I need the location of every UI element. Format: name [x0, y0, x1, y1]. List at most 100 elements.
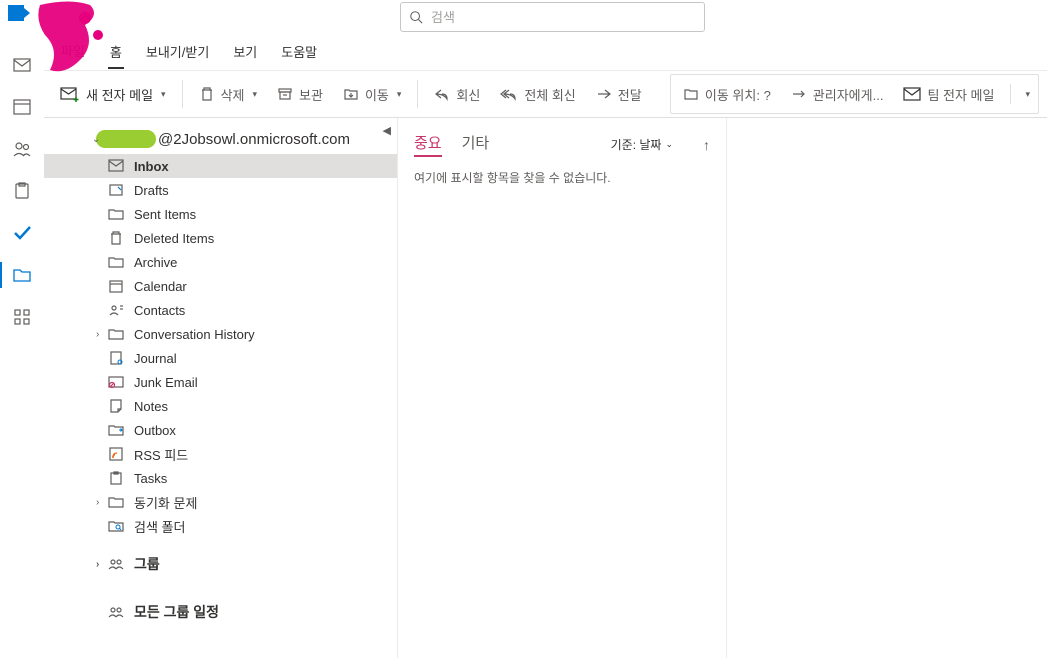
folder-contacts[interactable]: Contacts [44, 298, 397, 322]
folder-label: RSS 피드 [134, 445, 188, 464]
folder-sync-issues[interactable]: › 동기화 문제 [44, 490, 397, 514]
folder-notes[interactable]: Notes [44, 394, 397, 418]
chevron-down-icon: ⌄ [665, 139, 673, 150]
folder-calendar[interactable]: Calendar [44, 274, 397, 298]
rail-tasks[interactable] [0, 170, 44, 212]
tab-file[interactable]: 파일 [48, 32, 98, 69]
mail-icon [108, 159, 124, 173]
trash-icon [199, 86, 215, 102]
tab-home[interactable]: 홈 [98, 34, 134, 69]
delete-label: 삭제 [221, 85, 245, 104]
reply-all-button[interactable]: 전체 회신 [492, 81, 583, 108]
tab-help[interactable]: 도움말 [269, 34, 329, 69]
search-folder-icon [108, 519, 124, 533]
rail-more[interactable] [0, 296, 44, 338]
groups-label: 그룹 [134, 554, 160, 574]
tab-view[interactable]: 보기 [221, 34, 269, 69]
expand-icon: › [96, 497, 99, 508]
folder-label: 검색 폴더 [134, 517, 185, 536]
rail-calendar[interactable] [0, 86, 44, 128]
expand-icon: › [96, 559, 99, 570]
folder-label: Archive [134, 255, 177, 270]
folder-icon [108, 495, 124, 509]
junk-icon [108, 375, 124, 389]
all-group-calendar[interactable]: 모든 그룹 일정 [44, 598, 397, 626]
reply-icon [434, 86, 450, 102]
folder-tree: ◀ ⌄ @2Jobsowl.onmicrosoft.com Inbox Draf… [44, 118, 398, 658]
folder-drafts[interactable]: Drafts [44, 178, 397, 202]
account-domain: @2Jobsowl.onmicrosoft.com [158, 131, 350, 148]
mail-plus-icon [60, 86, 80, 102]
sort-direction-toggle[interactable]: ↑ [703, 137, 710, 153]
rail-people[interactable] [0, 128, 44, 170]
rss-icon [108, 447, 124, 461]
pivot-other[interactable]: 기타 [462, 132, 490, 157]
reply-all-icon [500, 86, 518, 102]
sort-button[interactable]: 기준: 날짜 ⌄ [611, 136, 673, 153]
archive-button[interactable]: 보관 [269, 81, 331, 108]
new-mail-label: 새 전자 메일 [86, 85, 153, 104]
folder-search-folders[interactable]: 검색 폴더 [44, 514, 397, 538]
to-manager-button[interactable]: 관리자에게... [783, 81, 892, 108]
forward-label: 전달 [618, 85, 642, 104]
delete-button[interactable]: 삭제 ▾ [191, 81, 265, 108]
notes-icon [108, 399, 124, 413]
folder-rss[interactable]: RSS 피드 [44, 442, 397, 466]
pivot-focused[interactable]: 중요 [414, 132, 442, 157]
move-button[interactable]: 이동 ▾ [335, 81, 409, 108]
search-input[interactable] [431, 10, 696, 25]
folder-icon [108, 207, 124, 221]
account-header[interactable]: ⌄ @2Jobsowl.onmicrosoft.com [44, 118, 397, 154]
expand-icon: ⌄ [92, 134, 100, 145]
folder-label: Outbox [134, 423, 176, 438]
reply-button[interactable]: 회신 [426, 81, 488, 108]
folder-icon [108, 327, 124, 341]
folder-label: Deleted Items [134, 231, 214, 246]
folder-label: Calendar [134, 279, 187, 294]
folder-archive[interactable]: Archive [44, 250, 397, 274]
folder-label: 동기화 문제 [134, 493, 197, 512]
message-list-pane: 중요 기타 기준: 날짜 ⌄ ↑ 여기에 표시할 항목을 찾을 수 없습니다. [398, 118, 727, 658]
rail-todo[interactable] [0, 212, 44, 254]
folder-outbox[interactable]: Outbox [44, 418, 397, 442]
folder-deleted[interactable]: Deleted Items [44, 226, 397, 250]
ribbon: 새 전자 메일 ▾ 삭제 ▾ 보관 이동 ▾ 회신 전체 회신 전달 이동 위치… [44, 70, 1047, 118]
journal-icon [108, 351, 124, 365]
outbox-icon [108, 423, 124, 437]
outlook-logo [8, 5, 24, 21]
folder-label: Notes [134, 399, 168, 414]
draft-icon [108, 183, 124, 197]
group-icon [108, 605, 124, 619]
archive-icon [277, 86, 293, 102]
folder-sent[interactable]: Sent Items [44, 202, 397, 226]
reply-all-label: 전체 회신 [524, 85, 575, 104]
tab-send-receive[interactable]: 보내기/받기 [134, 34, 221, 69]
empty-message: 여기에 표시할 항목을 찾을 수 없습니다. [414, 169, 710, 186]
folder-journal[interactable]: Journal [44, 346, 397, 370]
move-to-button[interactable]: 이동 위치: ? [675, 81, 779, 108]
all-group-label: 모든 그룹 일정 [134, 602, 219, 622]
sort-label: 기준: 날짜 [611, 136, 662, 153]
chevron-down-icon: ▾ [161, 89, 166, 100]
redacted-name [96, 130, 156, 148]
new-mail-button[interactable]: 새 전자 메일 ▾ [52, 81, 174, 108]
folder-tasks[interactable]: Tasks [44, 466, 397, 490]
rail-mail[interactable] [0, 44, 44, 86]
team-mail-button[interactable]: 팀 전자 메일 [895, 81, 1002, 108]
left-rail [0, 44, 44, 658]
folder-label: Drafts [134, 183, 169, 198]
folder-icon [108, 255, 124, 269]
folder-label: Inbox [134, 159, 169, 174]
expand-icon: › [96, 329, 99, 340]
groups-header[interactable]: › 그룹 [44, 550, 397, 578]
rail-folders[interactable] [0, 254, 44, 296]
folder-conversation-history[interactable]: › Conversation History [44, 322, 397, 346]
search-box[interactable] [400, 2, 705, 32]
menu-bar: 파일 홈 보내기/받기 보기 도움말 [0, 34, 1047, 70]
folder-junk[interactable]: Junk Email [44, 370, 397, 394]
folder-inbox[interactable]: Inbox [44, 154, 397, 178]
team-mail-label: 팀 전자 메일 [927, 85, 994, 104]
forward-button[interactable]: 전달 [588, 81, 650, 108]
chevron-down-icon[interactable]: ▾ [1021, 89, 1034, 100]
forward-icon [596, 86, 612, 102]
